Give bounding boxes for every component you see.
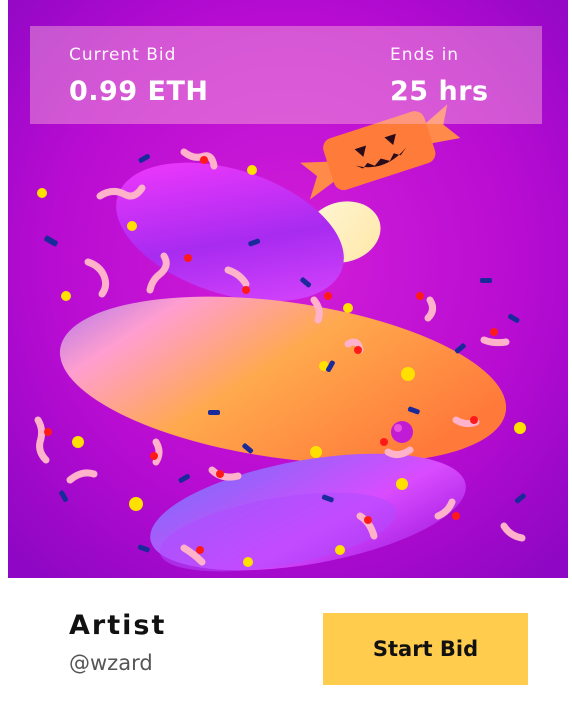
artist-info: Artist @wzard — [69, 610, 166, 675]
artist-label: Artist — [69, 610, 167, 641]
ends-in-value: 25 hrs — [390, 76, 489, 107]
nft-card: Current Bid 0.99 ETH Ends in 25 hrs Arti… — [0, 0, 572, 720]
bid-info-bar: Current Bid 0.99 ETH Ends in 25 hrs — [30, 26, 542, 124]
start-bid-button[interactable]: Start Bid — [323, 613, 528, 685]
current-bid-value: 0.99 ETH — [69, 76, 209, 107]
ends-in-label: Ends in — [390, 45, 460, 65]
current-bid-label: Current Bid — [69, 45, 177, 65]
artist-handle[interactable]: @wzard — [69, 651, 166, 675]
